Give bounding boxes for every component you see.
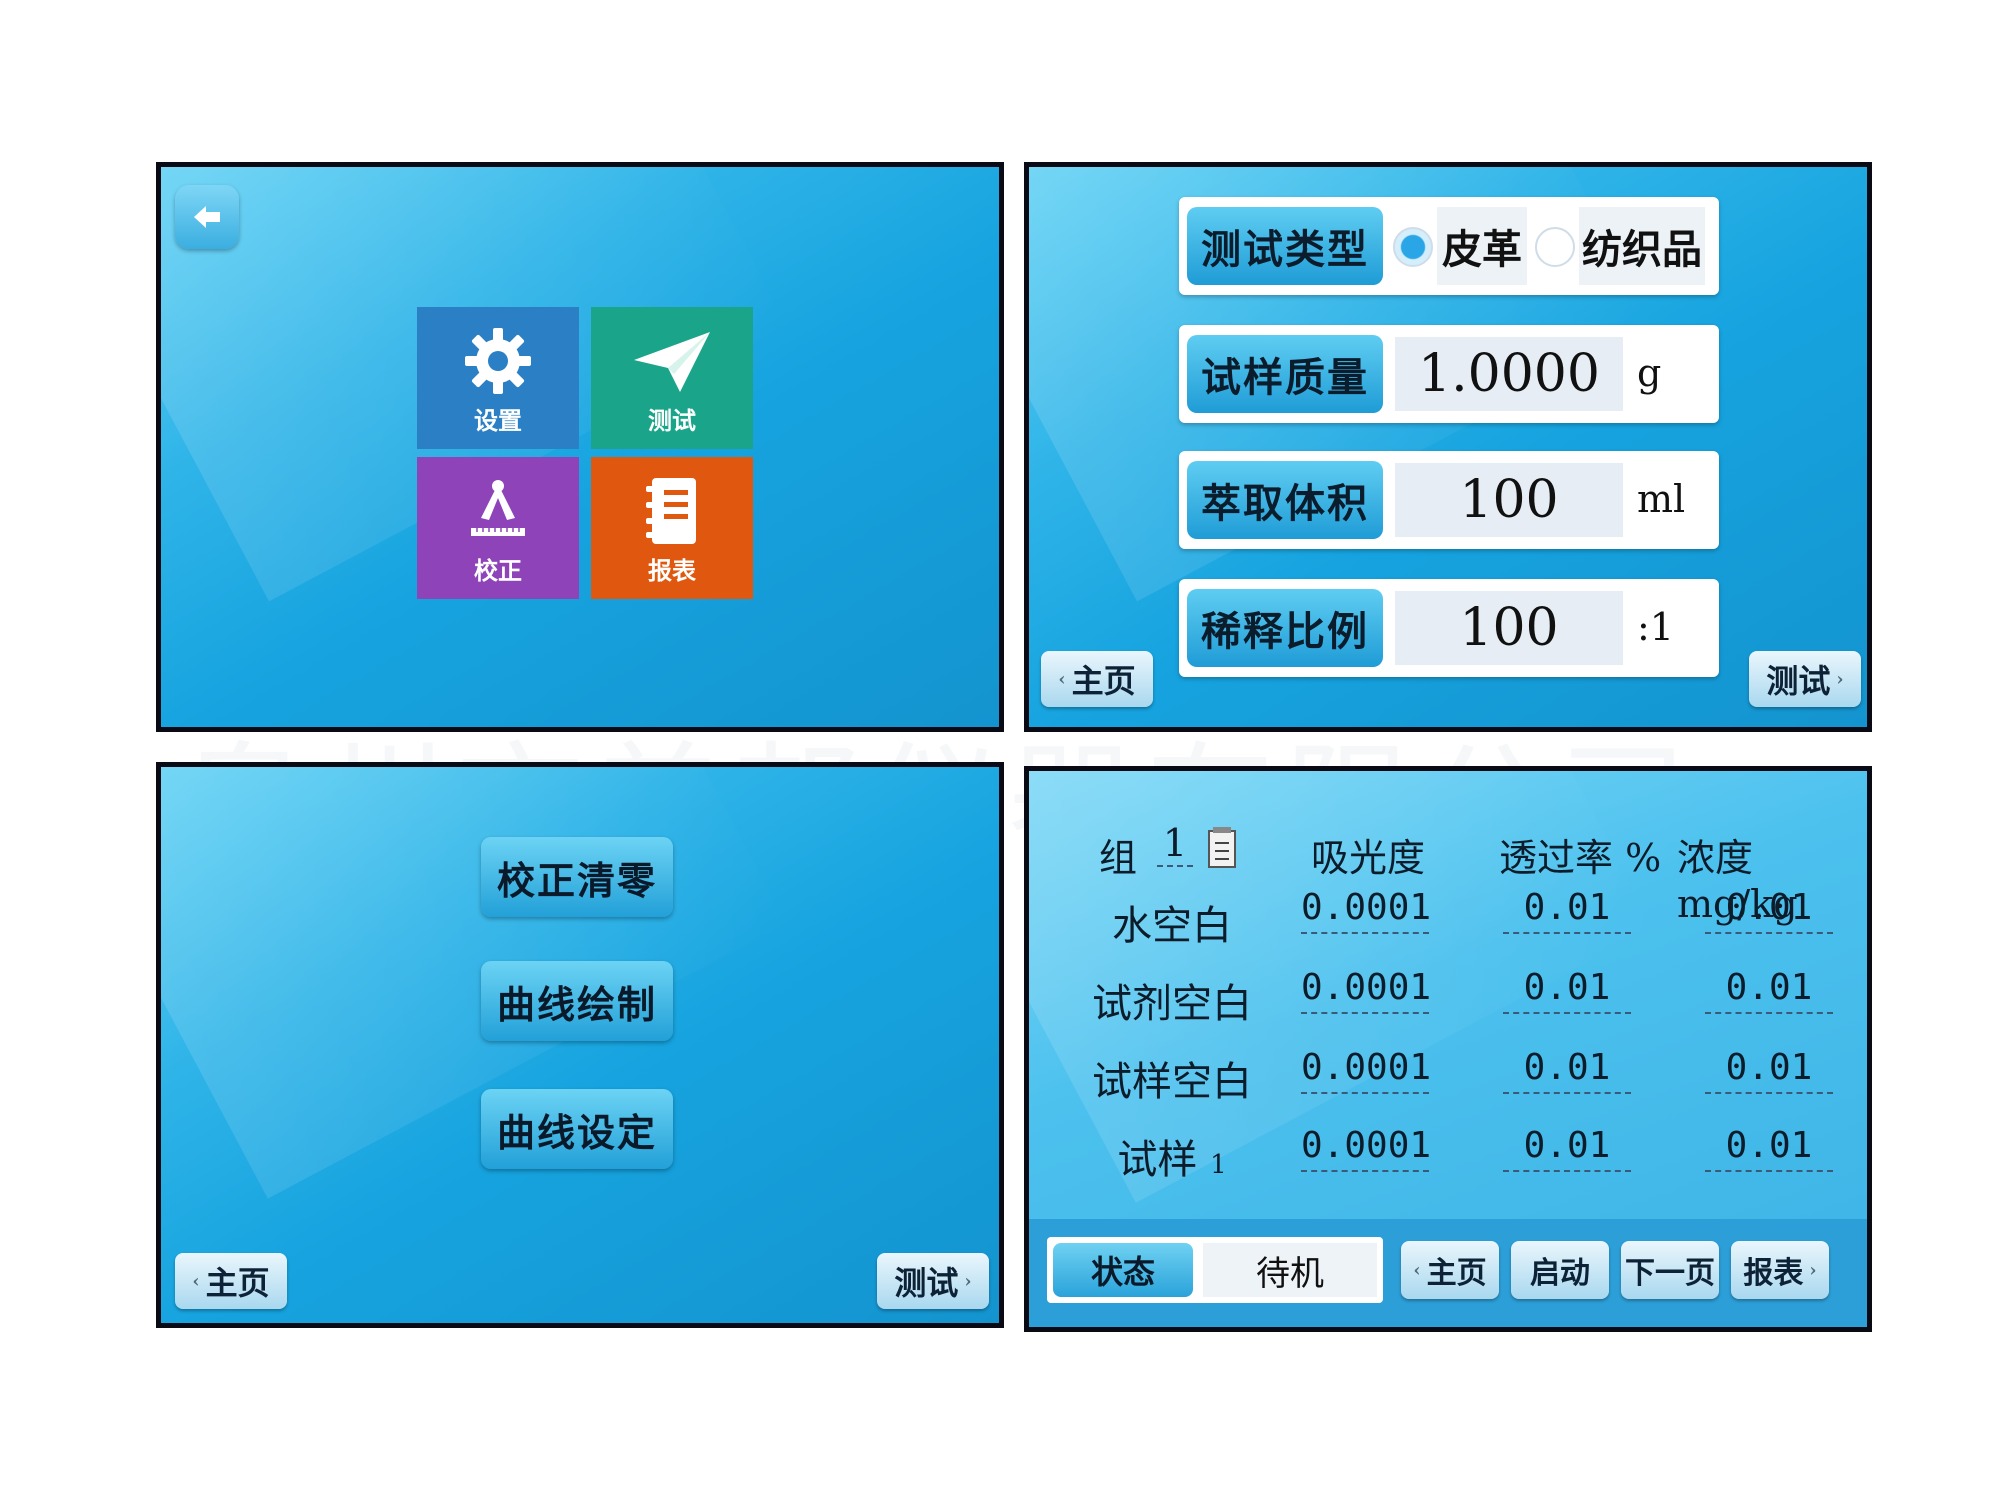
next-page-button-label: 下一页: [1625, 1256, 1715, 1291]
textile-option[interactable]: 纺织品: [1579, 207, 1705, 285]
dilution-ratio-unit: :1: [1637, 605, 1674, 649]
extract-volume-label: 萃取体积: [1187, 461, 1383, 539]
table-cell: 0.01: [1503, 887, 1631, 934]
gear-icon: [465, 327, 531, 394]
row-name: 试样空白: [1092, 1059, 1252, 1105]
draw-curve-button[interactable]: 曲线绘制: [481, 961, 673, 1041]
row-name: 水空白: [1112, 903, 1232, 949]
leather-option[interactable]: 皮革: [1437, 207, 1527, 285]
table-cell: 0.01: [1705, 887, 1833, 934]
row-name: 试样 1: [1077, 1127, 1267, 1185]
test-tile[interactable]: 测试: [591, 307, 753, 449]
table-cell: 0.0001: [1301, 887, 1431, 934]
test-type-row: 测试类型 皮革 纺织品: [1179, 197, 1719, 295]
absorbance-header: 吸光度: [1311, 836, 1426, 880]
table-cell: 0.0001: [1301, 967, 1431, 1014]
chevron-left-icon: ‹: [1058, 668, 1066, 690]
home-button[interactable]: ‹ 主页: [1401, 1241, 1499, 1299]
extract-volume-unit: ml: [1637, 477, 1686, 521]
table-cell: 0.0001: [1301, 1125, 1431, 1172]
group-number[interactable]: 1: [1157, 821, 1193, 867]
chevron-right-icon: ›: [1836, 668, 1844, 690]
test-button-label: 测试: [1766, 662, 1831, 700]
parameter-screen: 测试类型 皮革 纺织品 试样质量 1.0000 g 萃取体积 100 ml 稀释…: [1024, 162, 1872, 732]
row-name-suffix: 1: [1210, 1150, 1227, 1180]
home-button[interactable]: ‹ 主页: [175, 1253, 287, 1309]
extract-volume-row: 萃取体积 100 ml: [1179, 451, 1719, 549]
test-type-label: 测试类型: [1187, 207, 1383, 285]
table-cell: 0.01: [1705, 967, 1833, 1014]
calibrate-zero-button[interactable]: 校正清零: [481, 837, 673, 917]
extract-volume-input[interactable]: 100: [1395, 463, 1623, 537]
status-value: 待机: [1203, 1243, 1377, 1297]
test-tile-label: 测试: [648, 405, 696, 435]
row-name: 试剂空白: [1092, 981, 1252, 1027]
test-button[interactable]: 测试 ›: [1749, 651, 1861, 707]
home-button[interactable]: ‹ 主页: [1041, 651, 1153, 707]
status-bar: 状态 待机 ‹ 主页 启动 下一页 报表 ›: [1029, 1219, 1867, 1327]
sample-mass-unit: g: [1637, 351, 1662, 395]
report-tile[interactable]: 报表: [591, 457, 753, 599]
home-screen: 设置 测试 校正 报表: [156, 162, 1004, 732]
calibration-screen: 校正清零 曲线绘制 曲线设定 ‹ 主页 测试 ›: [156, 762, 1004, 1328]
table-cell: 0.01: [1705, 1047, 1833, 1094]
sample-mass-label: 试样质量: [1187, 335, 1383, 413]
textile-radio[interactable]: [1535, 227, 1575, 267]
curve-settings-button[interactable]: 曲线设定: [481, 1089, 673, 1169]
results-screen: 组 1 吸光度 透过率 % 浓度 mg/kg 水空白 0.0001 0.01 0…: [1024, 766, 1872, 1332]
table-cell: 0.0001: [1301, 1047, 1431, 1094]
chevron-right-icon: ›: [1809, 1259, 1817, 1281]
transmittance-header: 透过率 %: [1499, 836, 1662, 880]
home-button-label: 主页: [1071, 662, 1136, 700]
dilution-ratio-input[interactable]: 100: [1395, 591, 1623, 665]
test-button[interactable]: 测试 ›: [877, 1253, 989, 1309]
table-cell: 0.01: [1503, 1125, 1631, 1172]
sample-mass-row: 试样质量 1.0000 g: [1179, 325, 1719, 423]
next-page-button[interactable]: 下一页: [1621, 1241, 1719, 1299]
back-button[interactable]: [175, 185, 239, 249]
notebook-icon: [646, 477, 696, 544]
protractor-icon: [471, 479, 525, 536]
paper-plane-icon: [634, 331, 710, 392]
sample-mass-input[interactable]: 1.0000: [1395, 337, 1623, 411]
start-button-label: 启动: [1530, 1256, 1590, 1291]
start-button[interactable]: 启动: [1511, 1241, 1609, 1299]
settings-tile-label: 设置: [474, 405, 522, 435]
status-label: 状态: [1053, 1243, 1193, 1297]
table-cell: 0.01: [1503, 1047, 1631, 1094]
calibration-tile-label: 校正: [474, 555, 522, 585]
dilution-ratio-label: 稀释比例: [1187, 589, 1383, 667]
home-button-label: 主页: [1426, 1256, 1487, 1291]
report-button-label: 报表: [1743, 1256, 1804, 1291]
report-tile-label: 报表: [648, 555, 696, 585]
chevron-left-icon: ‹: [1413, 1259, 1421, 1281]
chevron-right-icon: ›: [964, 1270, 972, 1292]
table-cell: 0.01: [1705, 1125, 1833, 1172]
settings-tile[interactable]: 设置: [417, 307, 579, 449]
group-label: 组: [1099, 836, 1138, 880]
home-button-label: 主页: [205, 1264, 270, 1302]
calibration-tile[interactable]: 校正: [417, 457, 579, 599]
table-cell: 0.01: [1503, 967, 1631, 1014]
new-document-icon[interactable]: [1207, 827, 1237, 869]
leather-radio[interactable]: [1393, 227, 1433, 267]
back-arrow-icon: [194, 206, 220, 228]
test-button-label: 测试: [894, 1264, 959, 1302]
row-name-text: 试样: [1117, 1137, 1198, 1183]
chevron-left-icon: ‹: [192, 1270, 200, 1292]
dilution-ratio-row: 稀释比例 100 :1: [1179, 579, 1719, 677]
main-menu-tiles: 设置 测试 校正 报表: [417, 307, 753, 599]
status-box: 状态 待机: [1047, 1237, 1383, 1303]
report-button[interactable]: 报表 ›: [1731, 1241, 1829, 1299]
